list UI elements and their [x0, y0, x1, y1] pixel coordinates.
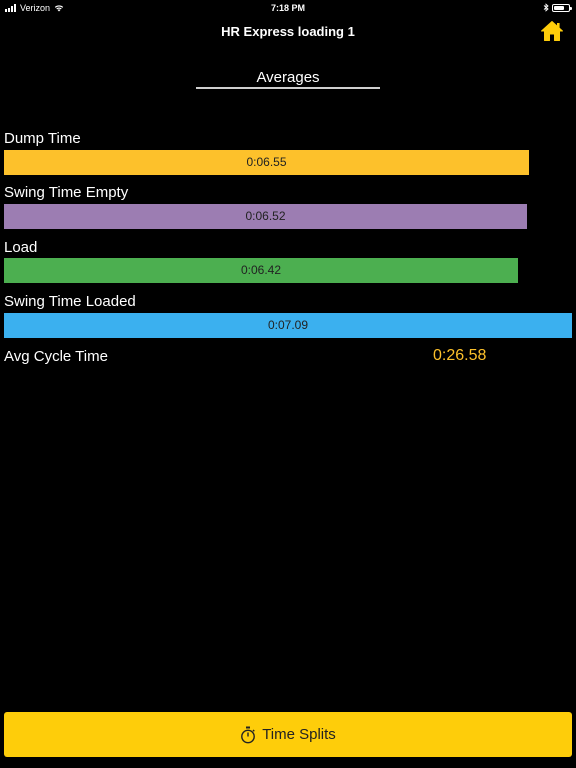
- metric-label-load: Load: [4, 239, 38, 256]
- metric-value-load: 0:06.42: [240, 263, 282, 277]
- nav-title: HR Express loading 1: [221, 24, 355, 39]
- bluetooth-icon: [543, 3, 549, 12]
- section-underline: [196, 87, 380, 89]
- avg-cycle-time-value: 0:26.58: [433, 347, 487, 364]
- metric-bar-swing-time-empty: 0:06.52: [4, 204, 527, 229]
- avg-cycle-time-label: Avg Cycle Time: [4, 348, 108, 365]
- metric-value-swing-time-empty: 0:06.52: [245, 209, 286, 223]
- metric-label-swing-time-loaded: Swing Time Loaded: [4, 293, 136, 310]
- metric-label-swing-time-empty: Swing Time Empty: [4, 184, 129, 201]
- stopwatch-icon: [241, 726, 256, 743]
- metric-bar-swing-time-loaded: 0:07.09: [4, 313, 572, 338]
- home-icon: [541, 21, 563, 41]
- app-root: Verizon 7:18 PM HR Express loading 1 Ave…: [0, 0, 576, 768]
- battery-fill: [554, 5, 564, 10]
- metric-value-swing-time-loaded: 0:07.09: [267, 318, 309, 332]
- metric-bar-dump-time: 0:06.55: [4, 150, 529, 175]
- metric-bar-load: 0:06.42: [4, 258, 518, 283]
- battery-icon: [552, 3, 572, 12]
- section-title: Averages: [256, 69, 320, 86]
- time-splits-button[interactable]: Time Splits: [4, 712, 572, 757]
- metric-label-dump-time: Dump Time: [4, 130, 81, 147]
- metric-value-dump-time: 0:06.55: [246, 155, 287, 169]
- status-time: 7:18 PM: [270, 3, 305, 13]
- home-button[interactable]: [540, 20, 564, 42]
- time-splits-label: Time Splits: [262, 726, 336, 743]
- status-right: [543, 3, 572, 12]
- status-bar: Verizon 7:18 PM: [0, 0, 576, 16]
